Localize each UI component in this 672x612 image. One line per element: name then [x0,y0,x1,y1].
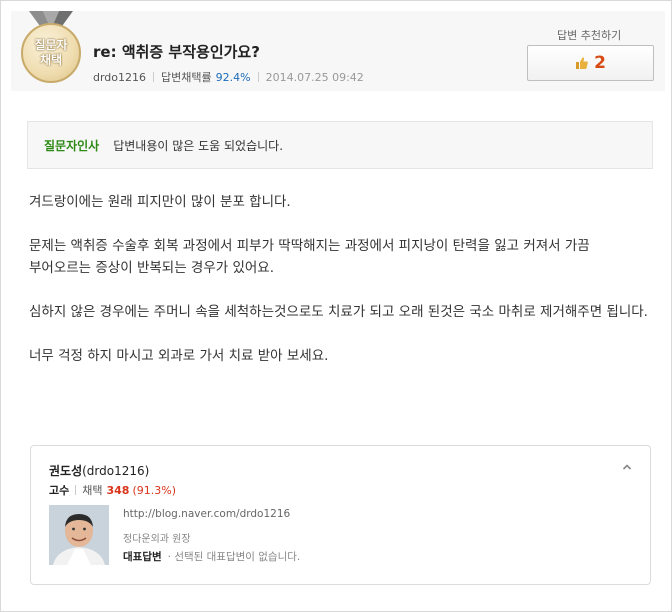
adoption-rate: 92.4% [215,70,251,84]
answerer-blog-link[interactable]: http://blog.naver.com/drdo1216 [123,508,290,520]
questioner-thanks-box: 질문자인사 답변내용이 많은 도움 되었습니다. [27,121,653,169]
answer-meta: drdo1216 답변채택률 92.4% 2014.07.25 09:42 [93,69,364,85]
question-title: 액취증 부작용인가요? [121,43,260,61]
answerer-name[interactable]: 권도성(drdo1216) [49,462,149,479]
divider [257,72,259,82]
reply-prefix: re: [93,43,117,61]
rep-answer-label: 대표답변 [123,551,162,563]
chevron-up-icon[interactable] [622,462,632,472]
recommend-button[interactable]: 2 [527,45,654,81]
answerer-level: 고수 채택 348 (91.3%) [49,482,176,498]
answer-paragraph: 겨드랑이에는 원래 피지만이 많이 분포 합니다. [29,194,291,210]
medal-text-line2: 채택 [39,53,63,67]
answer-title: re: 액취증 부작용인가요? [93,41,260,62]
answerer-real-name: 권도성 [49,464,83,478]
answerer-avatar[interactable] [49,505,109,565]
thanks-label: 질문자인사 [44,138,100,153]
adoption-label: 답변채택률 [161,71,212,84]
level-name: 고수 [49,484,70,497]
answer-header: 질문자 채택 re: 액취증 부작용인가요? drdo1216 답변채택률 92… [11,11,665,91]
rep-answer-value: · 선택된 대표답변이 없습니다. [167,551,301,563]
adopt-label: 채택 [82,484,103,497]
adopt-count: 348 [106,483,130,497]
avatar-photo [49,505,109,565]
medal-text-line1: 질문자 [34,38,68,52]
medal-badge: 질문자 채택 [21,23,81,83]
answer-date: 2014.07.25 09:42 [265,70,364,84]
answer-paragraph: 문제는 액취증 수술후 회복 과정에서 피부가 딱딱해지는 과정에서 피지낭이 … [29,238,590,276]
answerer-profile-card: 권도성(drdo1216) 고수 채택 348 (91.3%) http://b… [30,445,651,585]
answer-paragraph: 너무 걱정 하지 마시고 외과로 가서 치료 받아 보세요. [29,348,329,364]
answerer-organization: 정다운외과 원장 [123,534,191,545]
thumbs-up-icon [576,57,588,69]
adopt-percent: (91.3%) [132,483,176,497]
questioner-choice-medal-icon: 질문자 채택 [21,11,81,85]
divider [75,485,77,495]
thanks-text: 답변내용이 많은 도움 되었습니다. [113,138,284,153]
answer-panel: 질문자 채택 re: 액취증 부작용인가요? drdo1216 답변채택률 92… [0,0,672,612]
answer-paragraph: 심하지 않은 경우에는 주머니 속을 세척하는것으로도 치료가 되고 오래 된것… [29,304,648,320]
answerer-id: (drdo1216) [82,464,150,478]
recommend-label: 답변 추천하기 [557,29,622,42]
recommend-count: 2 [594,53,606,73]
representative-answer: 대표답변 · 선택된 대표답변이 없습니다. [123,549,300,564]
author-id[interactable]: drdo1216 [93,71,146,84]
divider [153,72,155,82]
answer-body: 겨드랑이에는 원래 피지만이 많이 분포 합니다. 문제는 액취증 수술후 회복… [29,191,649,389]
